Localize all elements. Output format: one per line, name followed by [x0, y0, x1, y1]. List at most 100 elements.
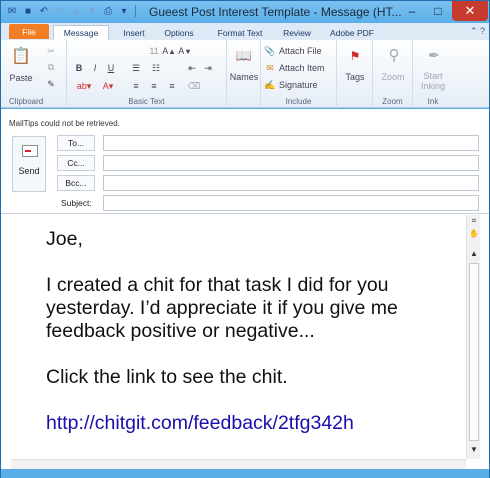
- ribbon: 📋 Paste ✂ ⧉ ✎ Clipboard 11 A ▲ A ▼ B I U ☰…: [1, 40, 489, 108]
- customize-toolbar-icon[interactable]: ▾: [117, 4, 131, 18]
- quick-access-toolbar: ✉ ■ ↶ ↷ ▲ ▼ ⎙ ▾: [5, 4, 138, 18]
- basic-text-group: 11 A ▲ A ▼ B I U ☰ ☷ ⇤ ⇥ ab▾ A▾ ≡ ≡ ≡ ⌫ Ba…: [67, 40, 227, 108]
- align-left-icon[interactable]: ≡: [129, 80, 143, 92]
- greeting-text: Joe,: [46, 228, 83, 250]
- zoom-icon[interactable]: ⚲: [385, 46, 403, 64]
- to-button[interactable]: To...: [57, 135, 95, 151]
- bullets-icon[interactable]: ☰: [129, 62, 143, 74]
- outlook-icon[interactable]: ✉: [5, 4, 19, 18]
- vertical-scrollbar[interactable]: ⌗ ✋ ▲ ▼: [466, 215, 480, 459]
- scroll-up-icon[interactable]: ▲: [467, 247, 481, 259]
- highlight-icon[interactable]: ab▾: [73, 80, 95, 92]
- tags-group: ⚑ Tags: [337, 40, 373, 108]
- ink-group: ✒ Start Inking Ink: [413, 40, 453, 108]
- pen-icon[interactable]: ✒: [425, 46, 443, 64]
- format-painter-icon[interactable]: ✎: [45, 78, 57, 90]
- bold-icon[interactable]: B: [73, 62, 85, 74]
- ribbon-tabs: File Message Insert Options Format Text …: [1, 23, 489, 40]
- ruler-icon[interactable]: ⌗: [467, 215, 481, 227]
- redo-icon[interactable]: ↷: [53, 4, 67, 18]
- minimize-button[interactable]: –: [399, 1, 425, 21]
- paste-icon[interactable]: 📋: [11, 46, 31, 66]
- tab-message[interactable]: Message: [53, 25, 109, 40]
- chit-link[interactable]: http://chitgit.com/feedback/2tfg342h: [46, 412, 471, 435]
- cc-button[interactable]: Cc...: [57, 155, 95, 171]
- paste-button[interactable]: Paste: [7, 72, 35, 84]
- include-group: 📎 Attach File ✉ Attach Item ✍ Signature …: [261, 40, 337, 108]
- zoom-group: ⚲ Zoom Zoom: [373, 40, 413, 108]
- ink-group-label: Ink: [427, 97, 439, 106]
- bcc-field[interactable]: [103, 175, 479, 191]
- message-header: MailTips could not be retrieved. Send To…: [1, 109, 489, 215]
- undo-icon[interactable]: ↶: [37, 4, 51, 18]
- subject-label: Subject:: [61, 198, 92, 208]
- previous-item-icon[interactable]: ▲: [69, 4, 83, 18]
- basic-text-group-label: Basic Text: [128, 97, 165, 106]
- print-icon[interactable]: ⎙: [101, 4, 115, 18]
- body-paragraph-2: Click the link to see the chit.: [46, 366, 288, 388]
- flag-icon[interactable]: ⚑: [347, 48, 363, 64]
- grow-font-icon[interactable]: A ▲: [162, 45, 175, 57]
- numbering-icon[interactable]: ☷: [149, 62, 163, 74]
- clear-formatting-icon[interactable]: ⌫: [187, 80, 201, 92]
- align-right-icon[interactable]: ≡: [165, 80, 179, 92]
- clipboard-group: 📋 Paste ✂ ⧉ ✎ Clipboard: [1, 40, 67, 108]
- font-color-icon[interactable]: A▾: [99, 80, 117, 92]
- pan-icon[interactable]: ✋: [467, 227, 481, 239]
- status-bar: [1, 469, 489, 478]
- scroll-thumb[interactable]: [469, 263, 479, 441]
- start-inking-label-1[interactable]: Start: [413, 71, 453, 81]
- underline-icon[interactable]: U: [105, 62, 117, 74]
- send-envelope-icon: [22, 145, 38, 157]
- tab-review[interactable]: Review: [280, 25, 314, 40]
- decrease-indent-icon[interactable]: ⇤: [185, 62, 199, 74]
- message-text: Joe, I created a chit for that task I di…: [46, 228, 471, 435]
- next-item-icon[interactable]: ▼: [85, 4, 99, 18]
- maximize-button[interactable]: □: [425, 1, 451, 21]
- cc-field[interactable]: [103, 155, 479, 171]
- tab-adobe-pdf[interactable]: Adobe PDF: [327, 25, 377, 40]
- include-group-label: Include: [285, 97, 312, 106]
- start-inking-label-2[interactable]: Inking: [413, 81, 453, 91]
- tab-insert[interactable]: Insert: [119, 25, 149, 40]
- title-bar: ✉ ■ ↶ ↷ ▲ ▼ ⎙ ▾ Gueest Post Interest Tem…: [1, 1, 489, 23]
- scroll-down-icon[interactable]: ▼: [467, 443, 481, 455]
- mailtips-text: MailTips could not be retrieved.: [9, 119, 120, 128]
- close-button[interactable]: ✕: [452, 1, 488, 21]
- address-book-icon[interactable]: 📖: [236, 48, 252, 64]
- horizontal-scrollbar[interactable]: [11, 459, 466, 469]
- italic-icon[interactable]: I: [89, 62, 101, 74]
- save-icon[interactable]: ■: [21, 4, 35, 18]
- clipboard-group-label: Clipboard: [9, 97, 44, 106]
- align-center-icon[interactable]: ≡: [147, 80, 161, 92]
- toolbar-separator: [135, 5, 136, 17]
- increase-indent-icon[interactable]: ⇥: [201, 62, 215, 74]
- copy-icon[interactable]: ⧉: [45, 61, 57, 73]
- attach-item-button[interactable]: Attach Item: [279, 62, 333, 74]
- help-icon[interactable]: ⌃ ?: [470, 26, 485, 37]
- signature-icon[interactable]: ✍: [264, 79, 275, 91]
- message-window: ✉ ■ ↶ ↷ ▲ ▼ ⎙ ▾ Gueest Post Interest Tem…: [0, 0, 490, 478]
- zoom-group-label: Zoom: [382, 97, 403, 106]
- signature-button[interactable]: Signature: [279, 79, 333, 91]
- send-button[interactable]: Send: [12, 136, 46, 192]
- tab-file[interactable]: File: [9, 24, 49, 39]
- body-paragraph-1: I created a chit for that task I did for…: [46, 274, 398, 342]
- attach-file-button[interactable]: Attach File: [279, 45, 327, 57]
- subject-field[interactable]: [103, 195, 479, 211]
- font-size-field[interactable]: 11: [147, 45, 161, 57]
- tab-options[interactable]: Options: [159, 25, 199, 40]
- attach-file-icon[interactable]: 📎: [264, 45, 275, 57]
- window-title: Gueest Post Interest Template - Message …: [149, 5, 402, 19]
- shrink-font-icon[interactable]: A ▼: [178, 45, 191, 57]
- zoom-button[interactable]: Zoom: [373, 71, 413, 83]
- cut-icon[interactable]: ✂: [45, 45, 57, 57]
- bcc-button[interactable]: Bcc...: [57, 175, 95, 191]
- to-field[interactable]: [103, 135, 479, 151]
- names-button[interactable]: Names: [227, 71, 261, 83]
- message-body[interactable]: Joe, I created a chit for that task I di…: [1, 213, 489, 469]
- tags-button[interactable]: Tags: [337, 71, 373, 83]
- attach-item-icon[interactable]: ✉: [265, 62, 275, 74]
- tab-format-text[interactable]: Format Text: [212, 25, 268, 40]
- names-group: 📖 Names: [227, 40, 261, 108]
